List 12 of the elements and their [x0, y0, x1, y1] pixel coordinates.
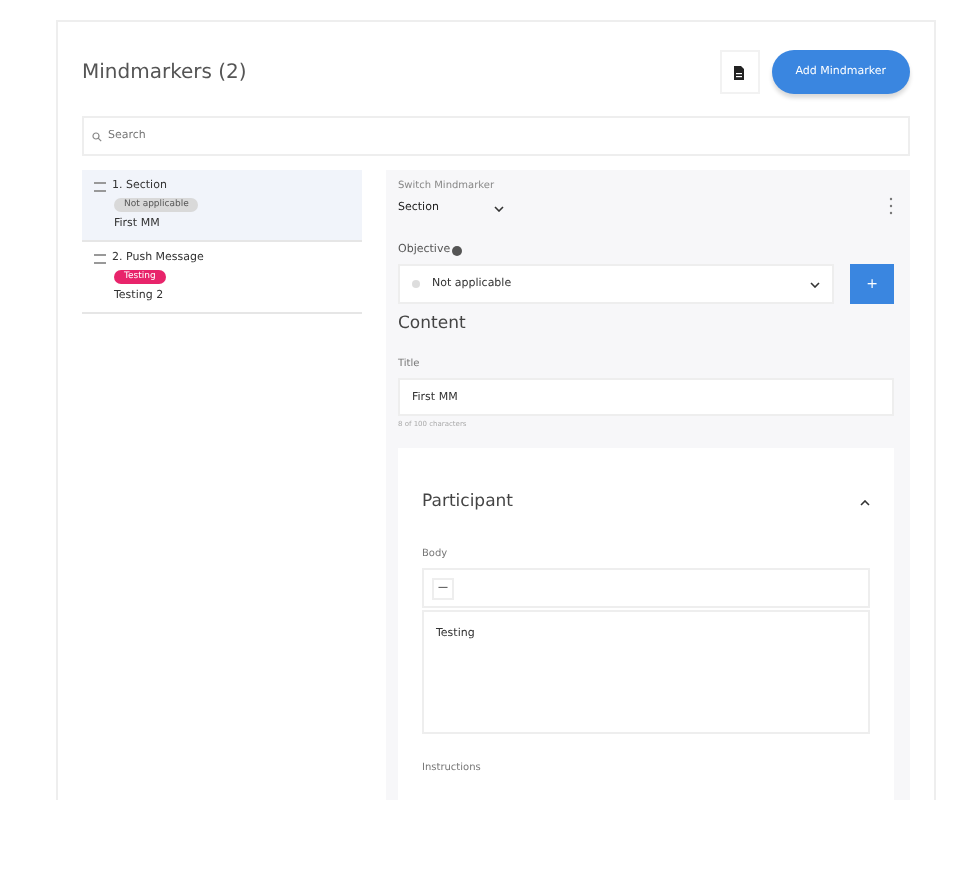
info-icon — [452, 245, 463, 255]
chevron-down-icon — [494, 205, 505, 211]
page-title: Mindmarkers (2) — [82, 61, 247, 83]
drag-handle-icon[interactable] — [94, 181, 106, 191]
chevron-down-icon — [810, 281, 820, 287]
search-icon — [92, 132, 102, 142]
drag-handle-icon[interactable] — [94, 253, 106, 263]
chevron-up-icon[interactable] — [860, 499, 870, 505]
document-button[interactable] — [719, 50, 760, 94]
section-heading: Participant — [422, 492, 514, 512]
content-heading: Content — [398, 314, 468, 334]
document-icon — [734, 65, 745, 79]
